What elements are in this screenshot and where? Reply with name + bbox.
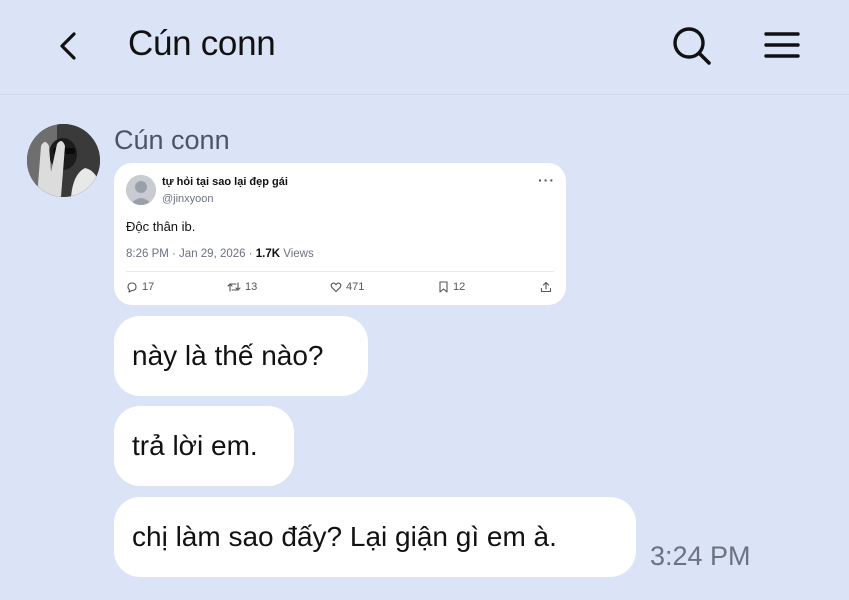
tweet-meta: 8:26 PM · Jan 29, 2026 · 1.7K Views xyxy=(126,248,314,260)
retweet-icon xyxy=(227,282,241,292)
like-action[interactable]: 471 xyxy=(330,279,364,295)
divider xyxy=(126,271,554,272)
tweet-text: Độc thân ib. xyxy=(126,219,196,234)
menu-icon xyxy=(764,32,800,58)
chat-header: Cún conn xyxy=(0,0,849,95)
tweet-views-count: 1.7K xyxy=(255,248,281,260)
retweet-action[interactable]: 13 xyxy=(227,279,257,295)
message-timestamp: 3:24 PM xyxy=(650,541,751,571)
bookmark-action[interactable]: 12 xyxy=(438,279,465,295)
bookmark-count: 12 xyxy=(453,281,466,293)
back-button[interactable] xyxy=(52,26,84,66)
tweet-display-name: tự hỏi tại sao lại đẹp gái xyxy=(162,176,288,188)
share-action[interactable] xyxy=(540,279,552,295)
search-button[interactable] xyxy=(668,22,716,70)
tweet-avatar xyxy=(126,175,156,205)
chat-title: Cún conn xyxy=(128,24,276,63)
user-icon xyxy=(126,175,156,205)
avatar-photo xyxy=(27,124,100,197)
sender-avatar[interactable] xyxy=(27,124,100,197)
like-count: 471 xyxy=(346,281,365,293)
sender-name: Cún conn xyxy=(114,125,230,155)
tweet-handle: @jinxyoon xyxy=(162,193,214,205)
more-options-icon[interactable]: ··· xyxy=(538,173,555,187)
comment-icon xyxy=(127,282,137,293)
reply-count: 17 xyxy=(142,281,155,293)
message-bubble[interactable]: chị làm sao đấy? Lại giận gì em à. xyxy=(114,497,636,577)
message-bubble[interactable]: này là thế nào? xyxy=(114,316,368,396)
bookmark-icon xyxy=(439,281,448,293)
heart-icon xyxy=(330,282,342,293)
tweet-views-label: Views xyxy=(280,248,314,260)
tweet-timestamp: 8:26 PM · Jan 29, 2026 · xyxy=(126,248,256,260)
menu-button[interactable] xyxy=(762,26,802,66)
retweet-count: 13 xyxy=(245,281,258,293)
reply-action[interactable]: 17 xyxy=(126,279,154,295)
search-icon xyxy=(673,27,711,65)
chevron-left-icon xyxy=(60,32,76,60)
tweet-card[interactable]: tự hỏi tại sao lại đẹp gái @jinxyoon ···… xyxy=(114,163,566,305)
share-icon xyxy=(540,281,552,293)
message-bubble[interactable]: trả lời em. xyxy=(114,406,294,486)
